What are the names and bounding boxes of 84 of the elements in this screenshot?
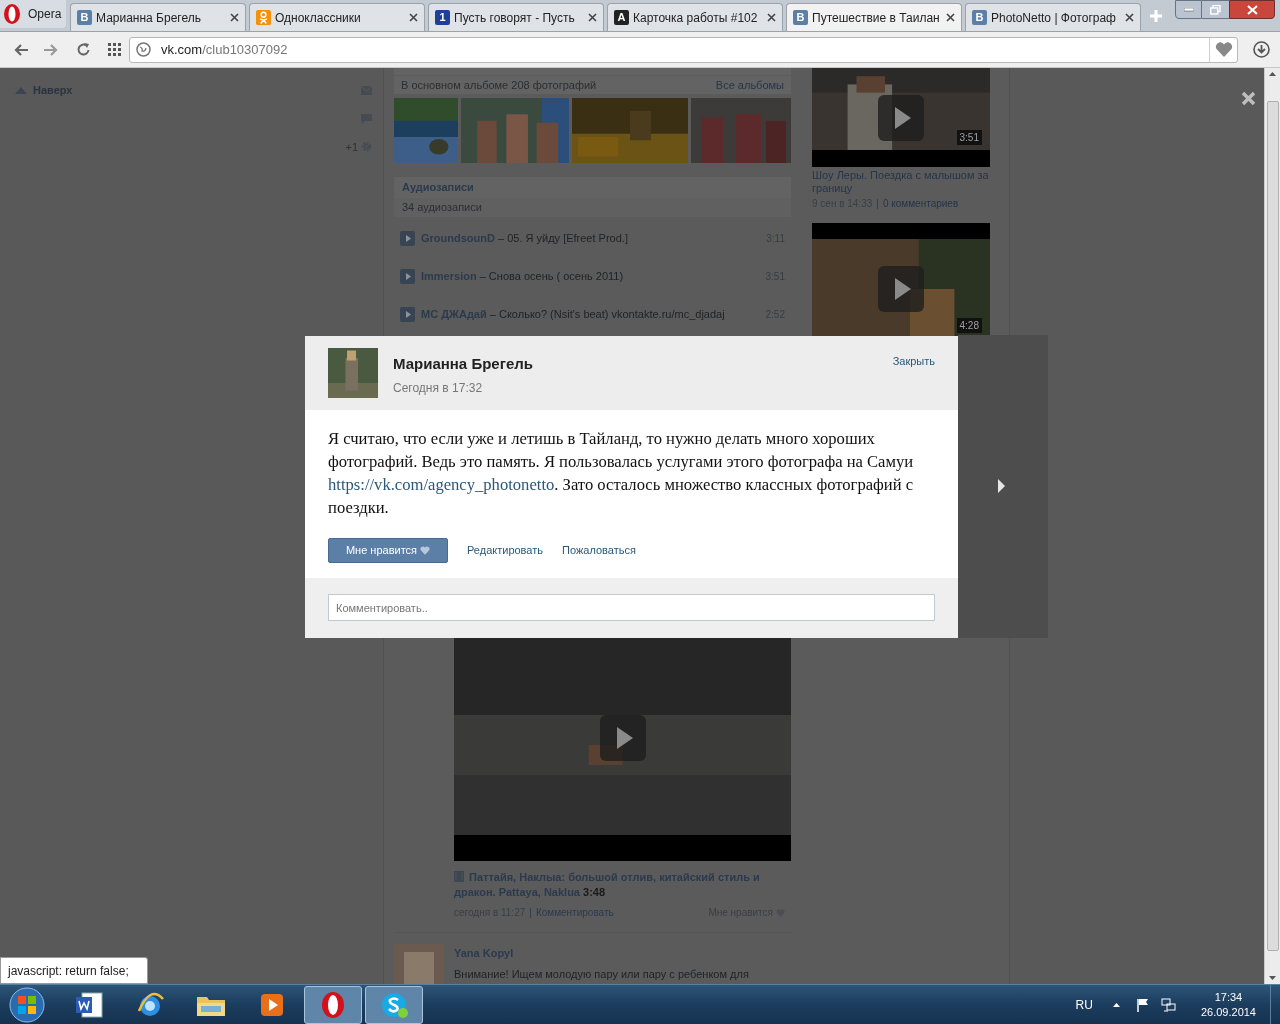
close-icon: [1246, 4, 1258, 15]
heart-icon: [420, 546, 431, 555]
separator: |: [876, 197, 879, 211]
photo-count: В основном альбоме 208 фотографий: [401, 77, 597, 93]
document-icon: [74, 990, 104, 1019]
film-icon: [454, 871, 464, 882]
tab-title: Карточка работы #102: [633, 9, 759, 27]
video-duration: 4:28: [956, 318, 982, 333]
windows-logo-icon: [9, 986, 45, 1023]
network-icon[interactable]: [1160, 997, 1176, 1012]
browser-tab[interactable]: В PhotoNetto | Фотограф: [965, 3, 1141, 31]
figure-icon: [256, 10, 271, 25]
close-icon[interactable]: [588, 13, 597, 22]
menu-label: Opera: [28, 6, 62, 23]
next-arrow-icon[interactable]: [997, 478, 1006, 494]
report-link[interactable]: Пожаловаться: [562, 542, 636, 559]
separator: |: [529, 906, 532, 920]
comment-field[interactable]: Комментировать..: [328, 594, 935, 621]
back-icon[interactable]: [13, 42, 29, 57]
heart-icon[interactable]: [1214, 42, 1233, 57]
like-button[interactable]: Мне нравится: [328, 538, 448, 563]
address-field[interactable]: vk.com/club10307092: [129, 36, 1238, 63]
browser-tab[interactable]: В Путешествие в Таилан: [786, 3, 962, 31]
tab-title: Марианна Брегель: [96, 9, 202, 27]
restore-icon: [1210, 4, 1221, 15]
taskbar-button[interactable]: [304, 985, 362, 1024]
scrollbar-thumb[interactable]: [1266, 101, 1279, 951]
minimize-button[interactable]: [1175, 0, 1202, 19]
site-icon: В: [972, 10, 987, 25]
close-icon[interactable]: [230, 13, 239, 22]
video-duration: 3:51: [956, 130, 982, 145]
close-icon[interactable]: [1125, 13, 1134, 22]
taskbar-button[interactable]: [365, 985, 423, 1024]
scrollbar[interactable]: [1264, 68, 1280, 984]
close-window-button[interactable]: [1229, 0, 1275, 19]
maximize-button[interactable]: [1202, 0, 1229, 19]
letter-o-icon: [2, 3, 22, 25]
url-host: vk.com: [161, 41, 203, 57]
close-link[interactable]: Закрыть: [892, 353, 935, 370]
play-icon[interactable]: [878, 94, 924, 141]
play-icon[interactable]: [400, 268, 415, 284]
minimize-icon: [1183, 7, 1194, 12]
globe-icon: [135, 990, 165, 1019]
play-icon[interactable]: [400, 306, 415, 322]
browser-tab[interactable]: 1 Пусть говорят - Пусть: [428, 3, 604, 31]
play-icon[interactable]: [400, 230, 415, 246]
tab-title: Пусть говорят - Пусть: [454, 9, 576, 27]
site-icon: A: [614, 10, 629, 25]
browser-tab[interactable]: Одноклассники: [249, 3, 425, 31]
up-arrow-icon[interactable]: [1269, 72, 1276, 76]
play-icon[interactable]: [599, 715, 646, 761]
language-indicator[interactable]: RU: [1075, 995, 1093, 1014]
site-icon: 1: [435, 10, 450, 25]
clock-time: 17:34: [1214, 989, 1243, 1005]
play-icon[interactable]: [878, 266, 924, 312]
letter-o-icon: [319, 989, 347, 1020]
up-arrow-icon[interactable]: [1112, 1002, 1120, 1007]
up-arrow-icon: [15, 86, 27, 95]
flag-icon[interactable]: [1135, 997, 1150, 1012]
tab-title: Путешествие в Таилан: [812, 9, 941, 27]
site-icon: В: [77, 10, 92, 25]
edit-link[interactable]: Редактировать: [467, 542, 543, 559]
status-tooltip: javascript: return false;: [0, 957, 148, 984]
opera-menu-button[interactable]: Opera: [0, 0, 66, 28]
down-arrow-icon[interactable]: [1269, 976, 1276, 980]
post-text: Я считаю, что если уже и летишь в Тайланд, то нужно делать много хороших фотографий. Ведь это память. Я пользовалась услугами этого фотографа на Самуи https://vk.com/agency_photonetto. Зато осталось множество классных фотографий с поездки.: [328, 428, 915, 519]
grid-icon[interactable]: [108, 43, 121, 56]
close-icon[interactable]: [409, 13, 418, 22]
tab-title: Одноклассники: [275, 9, 362, 27]
clock-date: 26.09.2014: [1200, 1004, 1256, 1020]
download-icon[interactable]: [1253, 41, 1270, 58]
close-icon[interactable]: [767, 13, 776, 22]
author-name[interactable]: Марианна Брегель: [393, 353, 533, 376]
tab-title: PhotoNetto | Фотограф: [991, 9, 1117, 27]
url-path: /club10307092: [202, 41, 288, 57]
close-icon[interactable]: [1241, 91, 1256, 106]
reload-icon[interactable]: [76, 42, 91, 57]
browser-tab[interactable]: A Карточка работы #102: [607, 3, 783, 31]
post-time: Сегодня в 17:32: [393, 379, 484, 397]
browser-tab[interactable]: В Марианна Брегель: [70, 3, 246, 31]
globe-icon: [136, 42, 151, 57]
close-icon[interactable]: [946, 13, 955, 22]
site-icon: В: [793, 10, 808, 25]
post-link[interactable]: https://vk.com/agency_photonetto: [328, 475, 555, 494]
